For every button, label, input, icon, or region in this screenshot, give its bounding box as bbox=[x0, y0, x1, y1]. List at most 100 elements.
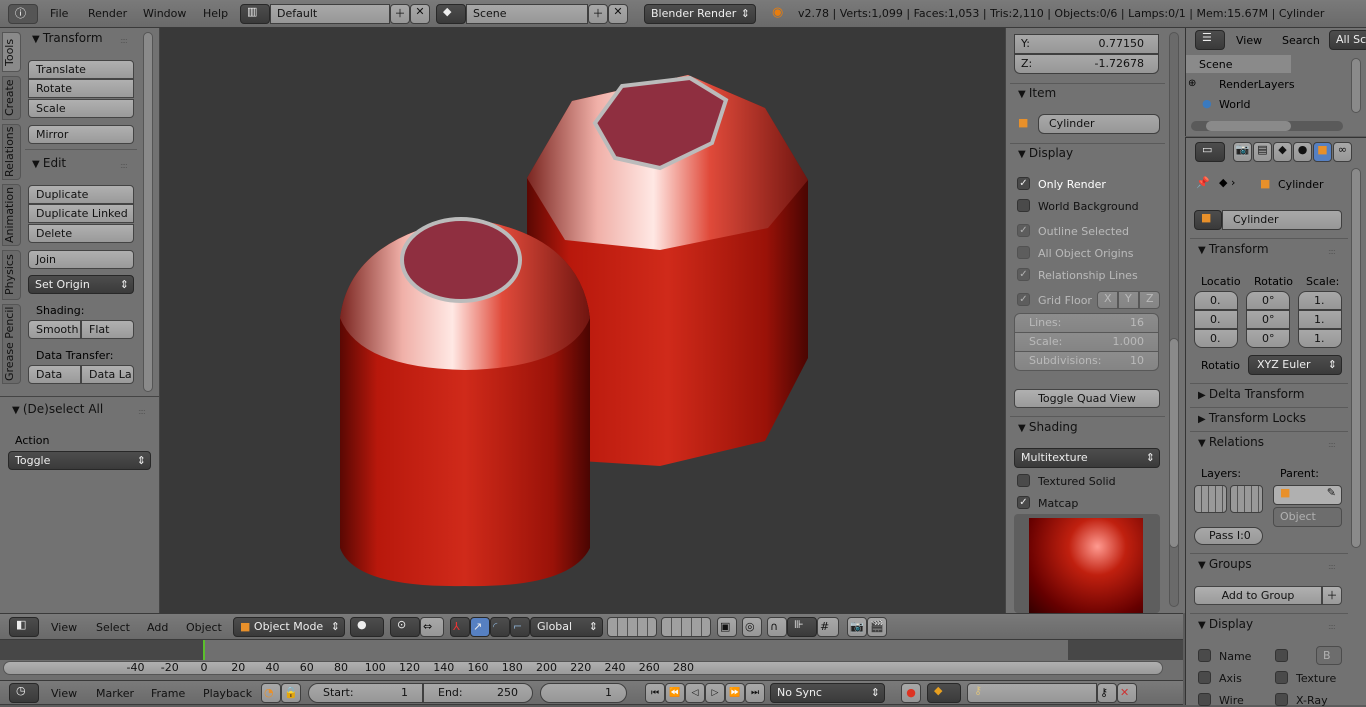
rotation-field-x[interactable]: 0° bbox=[1246, 291, 1290, 310]
jump-keyframe-forward-icon[interactable]: ⏩ bbox=[725, 683, 745, 703]
outliner-editor-icon[interactable]: ☰ bbox=[1195, 30, 1225, 50]
proportional-edit-icon[interactable]: ◎ bbox=[742, 617, 762, 637]
transform-panel-header[interactable]: Transform bbox=[1198, 242, 1269, 256]
current-frame-field[interactable]: 1 bbox=[540, 683, 627, 703]
scale-field-x[interactable]: 1. bbox=[1298, 291, 1342, 310]
marker-menu[interactable]: Marker bbox=[96, 681, 134, 706]
render-opengl-image-icon[interactable]: 📷 bbox=[847, 617, 867, 637]
parent-type-select[interactable]: Object bbox=[1273, 507, 1342, 527]
layers-grid-a[interactable] bbox=[1194, 485, 1227, 513]
bounds-checkbox[interactable] bbox=[1275, 649, 1288, 662]
tab-physics[interactable]: Physics bbox=[2, 250, 21, 300]
scale-field-y[interactable]: 1. bbox=[1298, 310, 1342, 329]
delta-transform-panel-header[interactable]: Delta Transform bbox=[1198, 387, 1305, 401]
layout-field[interactable]: Default bbox=[270, 4, 390, 24]
play-reverse-icon[interactable]: ◁ bbox=[685, 683, 705, 703]
jump-keyframe-back-icon[interactable]: ⏪ bbox=[665, 683, 685, 703]
location-z-field[interactable]: Z: -1.72678 bbox=[1014, 54, 1159, 74]
axis-checkbox[interactable] bbox=[1198, 671, 1211, 684]
delete-keyframe-icon[interactable]: ✕ bbox=[1117, 683, 1137, 703]
transform-locks-panel-header[interactable]: Transform Locks bbox=[1198, 411, 1306, 425]
select-menu[interactable]: Select bbox=[96, 614, 130, 641]
pin-icon[interactable]: 📌 bbox=[1196, 176, 1210, 189]
delete-scene-button[interactable]: ✕ bbox=[608, 4, 628, 24]
only-render-checkbox[interactable]: ✓ bbox=[1017, 177, 1030, 190]
transform-panel-header[interactable]: Transform bbox=[32, 31, 103, 45]
playback-menu[interactable]: Playback bbox=[203, 681, 252, 706]
edit-panel-header[interactable]: Edit bbox=[32, 156, 66, 170]
object-datablock-icon[interactable]: ■ bbox=[1194, 210, 1222, 230]
scene-tab-icon[interactable]: ◆ bbox=[1273, 142, 1292, 162]
shading-panel-header[interactable]: Shading bbox=[1018, 420, 1078, 434]
location-field-z[interactable]: 0. bbox=[1194, 329, 1238, 348]
display-panel-header[interactable]: Display bbox=[1198, 617, 1253, 631]
scene-icon[interactable]: ◆ bbox=[436, 4, 466, 24]
join-button[interactable]: Join bbox=[28, 250, 134, 269]
jump-end-icon[interactable]: ⏭ bbox=[745, 683, 765, 703]
layer-buttons-b[interactable] bbox=[661, 617, 711, 637]
keying-mode-select[interactable]: ◆ bbox=[927, 683, 961, 703]
timeline[interactable] bbox=[0, 640, 1183, 680]
texture-checkbox[interactable] bbox=[1275, 671, 1288, 684]
mode-select[interactable]: ■ Object Mode ⇕ bbox=[233, 617, 345, 637]
outliner-item-world[interactable]: World bbox=[1219, 98, 1251, 111]
render-opengl-animation-icon[interactable]: 🎬 bbox=[867, 617, 887, 637]
textured-solid-checkbox[interactable] bbox=[1017, 474, 1030, 487]
view-menu[interactable]: View bbox=[51, 614, 77, 641]
outliner-item-scene[interactable]: Scene bbox=[1199, 58, 1233, 71]
menu-file[interactable]: File bbox=[50, 0, 68, 28]
outliner-hscrollbar[interactable] bbox=[1191, 121, 1343, 131]
viewport-shading-select[interactable]: ● bbox=[350, 617, 384, 637]
item-panel-header[interactable]: Item bbox=[1018, 86, 1056, 100]
auto-keying-record-button[interactable]: ● bbox=[901, 683, 921, 703]
render-engine-select[interactable]: Blender Render ⇕ bbox=[644, 4, 756, 24]
outliner-vscrollbar[interactable] bbox=[1351, 58, 1361, 113]
layer-buttons-a[interactable] bbox=[607, 617, 657, 637]
editor-type-info[interactable]: ⓘ bbox=[8, 4, 38, 24]
translate-button[interactable]: Translate bbox=[28, 60, 134, 79]
current-frame-marker[interactable] bbox=[203, 640, 205, 660]
snap-target-icon[interactable]: # bbox=[817, 617, 839, 637]
flat-button[interactable]: Flat bbox=[81, 320, 134, 339]
world-tab-icon[interactable]: ● bbox=[1293, 142, 1312, 162]
add-scene-button[interactable]: ＋ bbox=[588, 4, 608, 24]
tab-tools[interactable]: Tools bbox=[2, 32, 21, 72]
rotation-mode-select[interactable]: XYZ Euler ⇕ bbox=[1248, 355, 1342, 375]
axis-y-toggle[interactable]: Y bbox=[1118, 291, 1139, 309]
render-layers-tab-icon[interactable]: ▤ bbox=[1253, 142, 1272, 162]
jump-start-icon[interactable]: ⏮ bbox=[645, 683, 665, 703]
insert-keyframe-icon[interactable]: ⚷ bbox=[1097, 683, 1117, 703]
object-menu[interactable]: Object bbox=[186, 614, 222, 641]
duplicate-linked-button[interactable]: Duplicate Linked bbox=[28, 204, 134, 223]
groups-panel-header[interactable]: Groups bbox=[1198, 557, 1252, 571]
menu-window[interactable]: Window bbox=[143, 0, 186, 28]
delete-button[interactable]: Delete bbox=[28, 224, 134, 243]
parent-field[interactable]: ■ ✎ bbox=[1273, 485, 1342, 505]
axis-z-toggle[interactable]: Z bbox=[1139, 291, 1160, 309]
start-frame-field[interactable]: Start: 1 bbox=[308, 683, 423, 703]
data-layers-button[interactable]: Data La bbox=[81, 365, 134, 384]
outliner-filter-select[interactable]: All Sc bbox=[1329, 30, 1366, 50]
object-name-field[interactable]: Cylinder bbox=[1038, 114, 1160, 134]
grid-scale-field[interactable]: Scale: 1.000 bbox=[1014, 332, 1159, 352]
3d-viewport[interactable] bbox=[160, 28, 1005, 613]
outline-selected-checkbox[interactable]: ✓ bbox=[1017, 224, 1030, 237]
add-to-group-button[interactable]: Add to Group bbox=[1194, 586, 1322, 605]
layout-icon[interactable]: ▥ bbox=[240, 4, 270, 24]
matcap-checkbox[interactable]: ✓ bbox=[1017, 496, 1030, 509]
eyedropper-icon[interactable]: ✎ bbox=[1327, 486, 1336, 499]
rotate-manipulator-icon[interactable]: ◜ bbox=[490, 617, 510, 637]
snap-element-select[interactable]: ⊪ bbox=[787, 617, 817, 637]
tab-create[interactable]: Create bbox=[2, 76, 21, 120]
relationship-lines-checkbox[interactable]: ✓ bbox=[1017, 268, 1030, 281]
add-menu[interactable]: Add bbox=[147, 614, 168, 641]
matcap-preview[interactable] bbox=[1014, 514, 1160, 613]
lock-camera-icon[interactable]: ▣ bbox=[717, 617, 737, 637]
tool-shelf-scrollbar[interactable] bbox=[143, 32, 153, 392]
menu-help[interactable]: Help bbox=[203, 0, 228, 28]
rotation-field-y[interactable]: 0° bbox=[1246, 310, 1290, 329]
xray-checkbox[interactable] bbox=[1275, 693, 1288, 706]
sync-mode-select[interactable]: No Sync ⇕ bbox=[770, 683, 885, 703]
outliner-item-renderlayers[interactable]: RenderLayers bbox=[1219, 78, 1295, 91]
play-icon[interactable]: ▷ bbox=[705, 683, 725, 703]
